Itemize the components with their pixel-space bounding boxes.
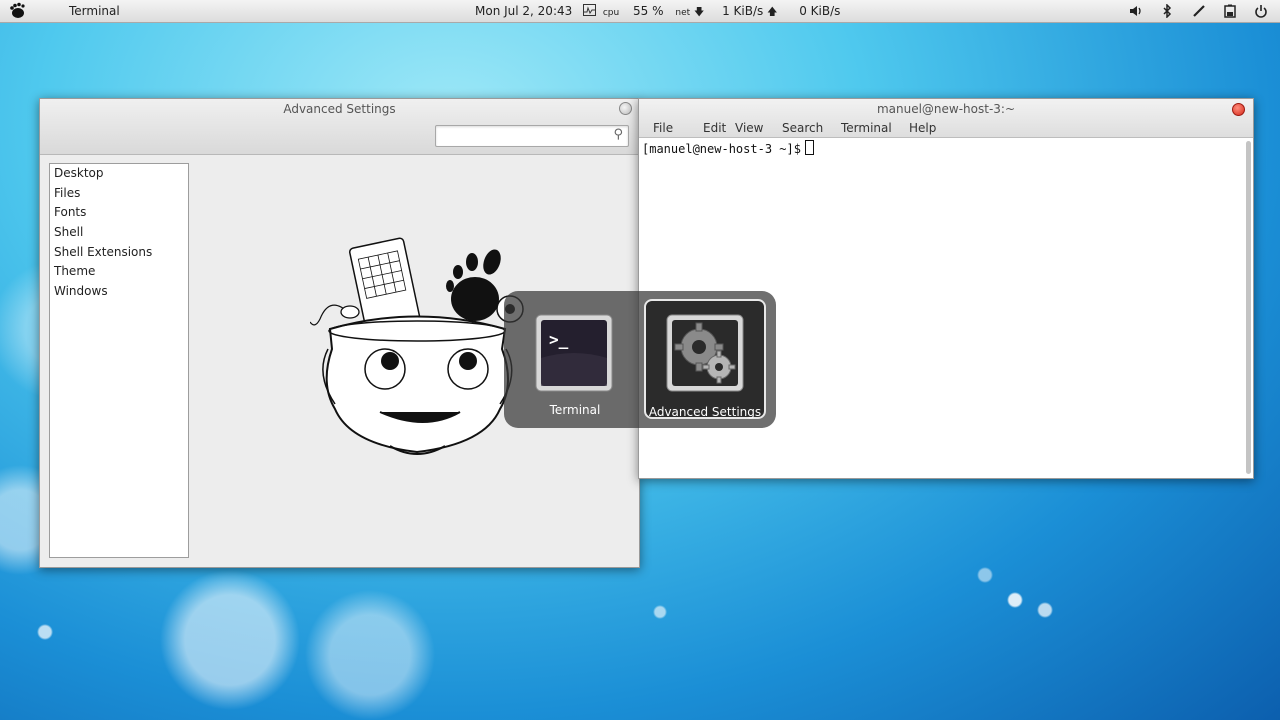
terminal-header: manuel@new-host-3:~ File Edit View Searc… — [639, 99, 1253, 138]
close-button[interactable] — [619, 102, 632, 115]
sidebar-item-files[interactable]: Files — [50, 184, 188, 204]
settings-sidebar: Desktop Files Fonts Shell Shell Extensio… — [49, 163, 189, 558]
prompt-line: [manuel@new-host-3 ~]$ — [642, 140, 814, 156]
svg-text:>_: >_ — [549, 330, 569, 349]
top-panel: Terminal Mon Jul 2, 20:43 cpu 55 % net 🡇… — [0, 0, 1280, 23]
switcher-label: Terminal — [549, 403, 601, 417]
sidebar-item-fonts[interactable]: Fonts — [50, 203, 188, 223]
menu-search[interactable]: Search — [782, 119, 841, 137]
menu-help[interactable]: Help — [909, 119, 936, 137]
switcher-item-terminal[interactable]: >_ Terminal — [514, 299, 636, 419]
window-title: Advanced Settings — [283, 102, 396, 116]
switcher-label: Advanced Settings — [648, 405, 762, 419]
switcher-item-advanced-settings[interactable]: Advanced Settings — [644, 299, 766, 419]
cpu-label: cpu — [602, 8, 620, 18]
activities-button[interactable] — [8, 0, 26, 22]
clock[interactable]: Mon Jul 2, 20:43 — [475, 0, 572, 22]
menu-file[interactable]: File — [653, 119, 703, 137]
close-button[interactable] — [1232, 103, 1245, 116]
upload-rate: 0 KiB/s — [799, 4, 841, 18]
menu-edit[interactable]: Edit — [703, 119, 735, 137]
sidebar-item-theme[interactable]: Theme — [50, 262, 188, 282]
menu-view[interactable]: View — [735, 119, 782, 137]
sidebar-item-windows[interactable]: Windows — [50, 282, 188, 302]
bluetooth-icon[interactable] — [1159, 3, 1175, 19]
window-title: manuel@new-host-3:~ — [876, 102, 1016, 116]
up-arrow-icon: 🡅 — [767, 7, 778, 18]
search-field[interactable]: ⚲ — [435, 125, 629, 147]
gnome-foot-icon — [10, 2, 25, 18]
app-menu[interactable]: Terminal — [69, 0, 120, 22]
menubar: File Edit View Search Terminal Help — [653, 119, 936, 137]
tweak-tool-mascot-illustration — [310, 237, 524, 455]
prompt-text: [manuel@new-host-3 ~]$ — [642, 142, 801, 156]
cpu-value: 55 % — [633, 4, 664, 18]
monitor-graph-icon — [583, 4, 596, 16]
menu-terminal[interactable]: Terminal — [841, 119, 909, 137]
sidebar-item-shell[interactable]: Shell — [50, 223, 188, 243]
net-label: net — [675, 8, 691, 18]
power-icon[interactable] — [1253, 3, 1269, 19]
sidebar-item-shell-extensions[interactable]: Shell Extensions — [50, 243, 188, 263]
scrollbar[interactable] — [1246, 141, 1251, 474]
pen-icon[interactable] — [1191, 3, 1207, 19]
system-monitor[interactable]: cpu 55 % net 🡇 1 KiB/s 🡅 0 KiB/s — [583, 0, 840, 22]
battery-icon[interactable] — [1222, 3, 1238, 19]
advanced-settings-header: Advanced Settings ⚲ — [40, 99, 639, 155]
search-input[interactable] — [440, 126, 604, 146]
text-cursor — [804, 140, 814, 155]
app-switcher: >_ Terminal Advanced Settings — [504, 291, 776, 428]
down-arrow-icon: 🡇 — [693, 7, 705, 18]
terminal-icon: >_ — [534, 313, 614, 393]
sidebar-item-desktop[interactable]: Desktop — [50, 164, 188, 184]
volume-icon[interactable] — [1128, 3, 1144, 19]
download-rate: 1 KiB/s — [722, 4, 764, 18]
gear-icon — [665, 313, 745, 393]
search-icon: ⚲ — [613, 127, 623, 142]
